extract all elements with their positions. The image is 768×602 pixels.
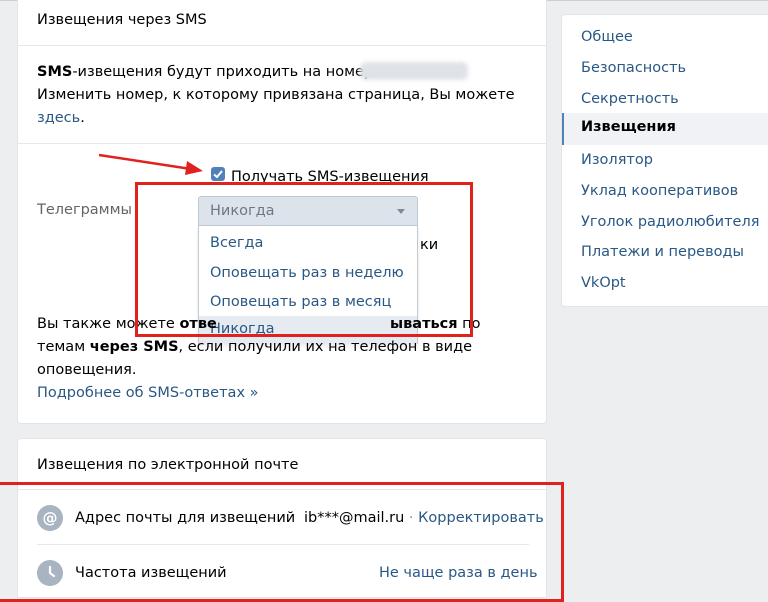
menu-item-notifications[interactable]: Извещения	[562, 113, 768, 145]
menu-item-general[interactable]: Общее	[581, 29, 633, 45]
sms-checkbox[interactable]	[211, 167, 225, 181]
menu-item-blacklist[interactable]: Изолятор	[581, 152, 653, 168]
settings-menu: Общее Безопасность Секретность Извещения…	[561, 14, 768, 307]
email-card-title: Извещения по электронной почте	[37, 457, 299, 473]
annotation-box-dropdown	[135, 182, 473, 337]
annotation-box-email	[0, 482, 564, 602]
sms-info-line-2: темам через SMS, если получили их на тел…	[37, 339, 473, 355]
menu-item-community-settings[interactable]: Уклад кооперативов	[581, 183, 738, 199]
menu-item-vkopt[interactable]: VkOpt	[581, 275, 626, 291]
sms-info-line-3: оповещения.	[37, 362, 137, 378]
change-number-link[interactable]: здесь	[37, 110, 80, 126]
sms-card-title: Извещения через SMS	[37, 12, 207, 28]
check-icon	[213, 170, 223, 179]
sms-section-divider	[18, 143, 546, 144]
sms-number-text: -извещения будут приходить на номер +	[72, 64, 390, 80]
sms-number-bold: SMS	[37, 64, 73, 80]
telegram-label: Телеграммы	[37, 202, 133, 218]
sms-change-number-text: Изменить номер, к которому привязана стр…	[37, 87, 515, 103]
sms-number-line: SMS-извещения будут приходить на номер +	[37, 64, 390, 80]
menu-item-security[interactable]: Безопасность	[581, 60, 686, 76]
menu-item-radio-corner[interactable]: Уголок радиолюбителя	[581, 214, 759, 230]
annotation-arrow-icon	[98, 153, 203, 175]
sms-replies-more-link[interactable]: Подробнее об SMS-ответах »	[37, 385, 259, 401]
sms-change-line: здесь.	[37, 110, 85, 126]
menu-item-privacy[interactable]: Секретность	[581, 91, 679, 107]
redacted-phone-number	[360, 62, 468, 80]
sms-title-divider	[18, 45, 546, 46]
menu-item-payments[interactable]: Платежи и переводы	[581, 244, 744, 260]
